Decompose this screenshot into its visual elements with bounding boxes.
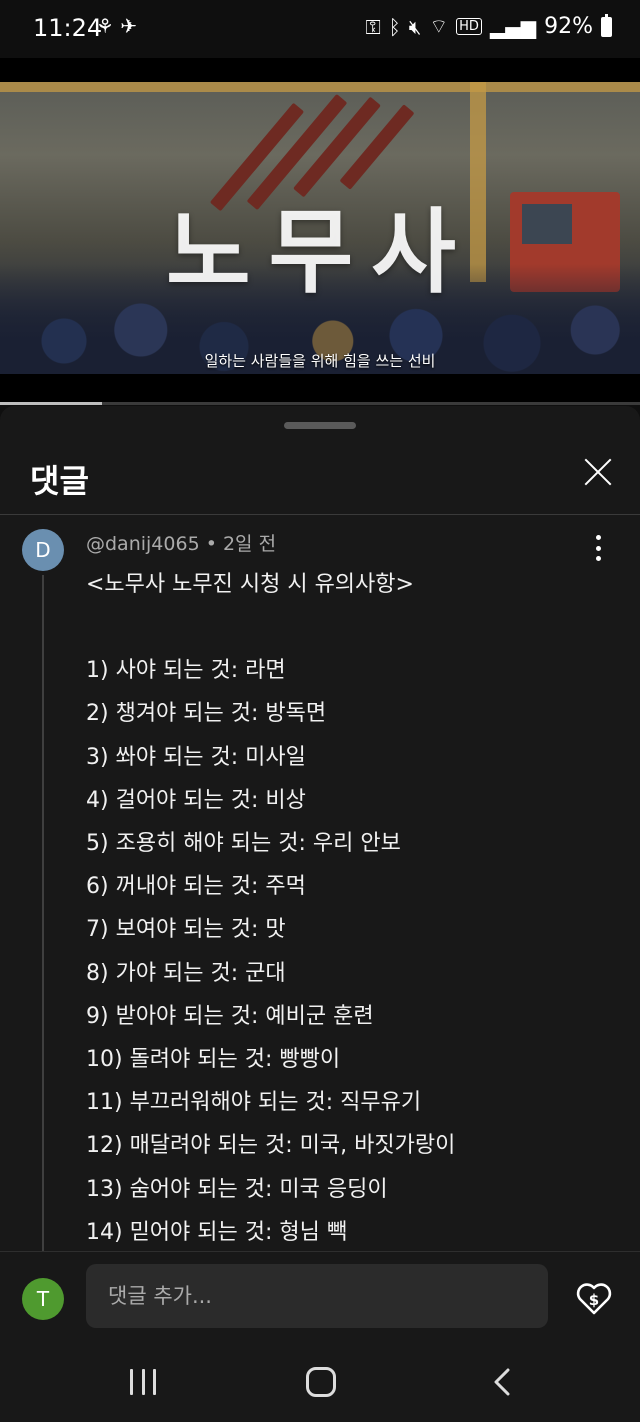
comment-line: 6) 꺼내야 되는 것: 주먹	[86, 874, 306, 900]
bluetooth-icon: ᛒ	[388, 14, 401, 39]
sheet-title: 댓글	[30, 462, 89, 500]
recents-icon[interactable]	[130, 1369, 156, 1395]
thread-line	[42, 575, 44, 1251]
home-icon[interactable]	[306, 1367, 336, 1397]
comment-heading: <노무사 노무진 시청 시 유의사항>	[86, 572, 414, 597]
system-nav-bar	[0, 1347, 640, 1422]
hd-icon: HD	[456, 18, 482, 35]
comment-time: 2일 전	[222, 533, 277, 555]
comment-lines: 1) 사야 되는 것: 라면 2) 챙겨야 되는 것: 방독면 3) 쏴야 되는 것…	[86, 649, 606, 1251]
comments-sheet: 댓글 D @danij4065 • 2일 전 <노무사 노무진 시청 시 유의사…	[0, 406, 640, 1422]
status-time: 11:24	[33, 14, 103, 42]
video-player[interactable]: 노무사 일하는 사람들을 위해 힘을 쓰는 선비	[0, 58, 640, 405]
comment-blank-line	[86, 606, 606, 649]
video-progress-bar[interactable]	[0, 402, 640, 405]
status-indicators: ⚿ ᛒ 🔇︎ ⌔ HD ▂▄▆ 92%	[365, 13, 612, 39]
user-avatar[interactable]: T	[22, 1278, 64, 1320]
video-title-overlay: 노무사	[166, 199, 474, 306]
battery-percent: 92%	[544, 14, 593, 39]
scene-steel-beam	[339, 104, 415, 190]
comment-list[interactable]: D @danij4065 • 2일 전 <노무사 노무진 시청 시 유의사항> …	[0, 515, 640, 1251]
back-icon[interactable]	[488, 1367, 518, 1397]
comment-line: 11) 부끄러워해야 되는 것: 직무유기	[86, 1090, 422, 1116]
comment-body: <노무사 노무진 시청 시 유의사항> 1) 사야 되는 것: 라면 2) 챙겨야…	[86, 563, 606, 1251]
comment-line: 5) 조용히 해야 되는 것: 우리 안보	[86, 831, 401, 857]
notification-icons: ⚘ ✈	[96, 14, 138, 38]
comment-line: 14) 믿어야 되는 것: 형님 빽	[86, 1219, 348, 1245]
scene-beam	[0, 82, 640, 92]
drag-handle[interactable]	[284, 422, 356, 429]
add-comment-input[interactable]: 댓글 추가...	[86, 1264, 548, 1328]
comment-line: 8) 가야 되는 것: 군대	[86, 960, 286, 986]
comment-meta: @danij4065 • 2일 전	[86, 529, 276, 556]
wifi-icon: ⌔	[429, 14, 449, 38]
comment-line: 3) 쏴야 되는 것: 미사일	[86, 744, 306, 770]
vpn-key-icon: ⚿	[365, 14, 381, 39]
comment-line: 13) 숨어야 되는 것: 미국 응딩이	[86, 1176, 388, 1202]
close-icon[interactable]	[582, 456, 614, 488]
svg-text:$: $	[589, 1291, 599, 1309]
comment-line: 2) 챙겨야 되는 것: 방독면	[86, 701, 327, 727]
mute-icon: 🔇︎	[408, 14, 422, 39]
add-comment-bar: T 댓글 추가... $	[0, 1251, 640, 1347]
signal-icon: ▂▄▆	[489, 14, 537, 39]
commenter-avatar[interactable]: D	[22, 529, 64, 571]
comment-line: 10) 돌려야 되는 것: 빵빵이	[86, 1047, 341, 1073]
video-subtitle: 일하는 사람들을 위해 힘을 쓰는 선비	[204, 352, 436, 370]
video-frame[interactable]: 노무사 일하는 사람들을 위해 힘을 쓰는 선비	[0, 82, 640, 374]
meta-separator: •	[199, 533, 223, 555]
comment-author[interactable]: @danij4065	[86, 533, 200, 555]
comment-line: 9) 받아야 되는 것: 예비군 훈련	[86, 1003, 374, 1029]
heart-dollar-icon[interactable]: $	[574, 1278, 614, 1318]
video-progress-fill	[0, 402, 103, 405]
battery-icon	[601, 13, 612, 37]
comment-line: 4) 걸어야 되는 것: 비상	[86, 787, 306, 813]
comment-line: 7) 보여야 되는 것: 맛	[86, 917, 286, 943]
more-vert-icon[interactable]	[588, 535, 608, 561]
status-bar: 11:24 ⚘ ✈ ⚿ ᛒ 🔇︎ ⌔ HD ▂▄▆ 92%	[0, 0, 640, 58]
comment-line: 1) 사야 되는 것: 라면	[86, 658, 286, 684]
comment-line: 12) 매달려야 되는 것: 미국, 바짓가랑이	[86, 1133, 456, 1159]
